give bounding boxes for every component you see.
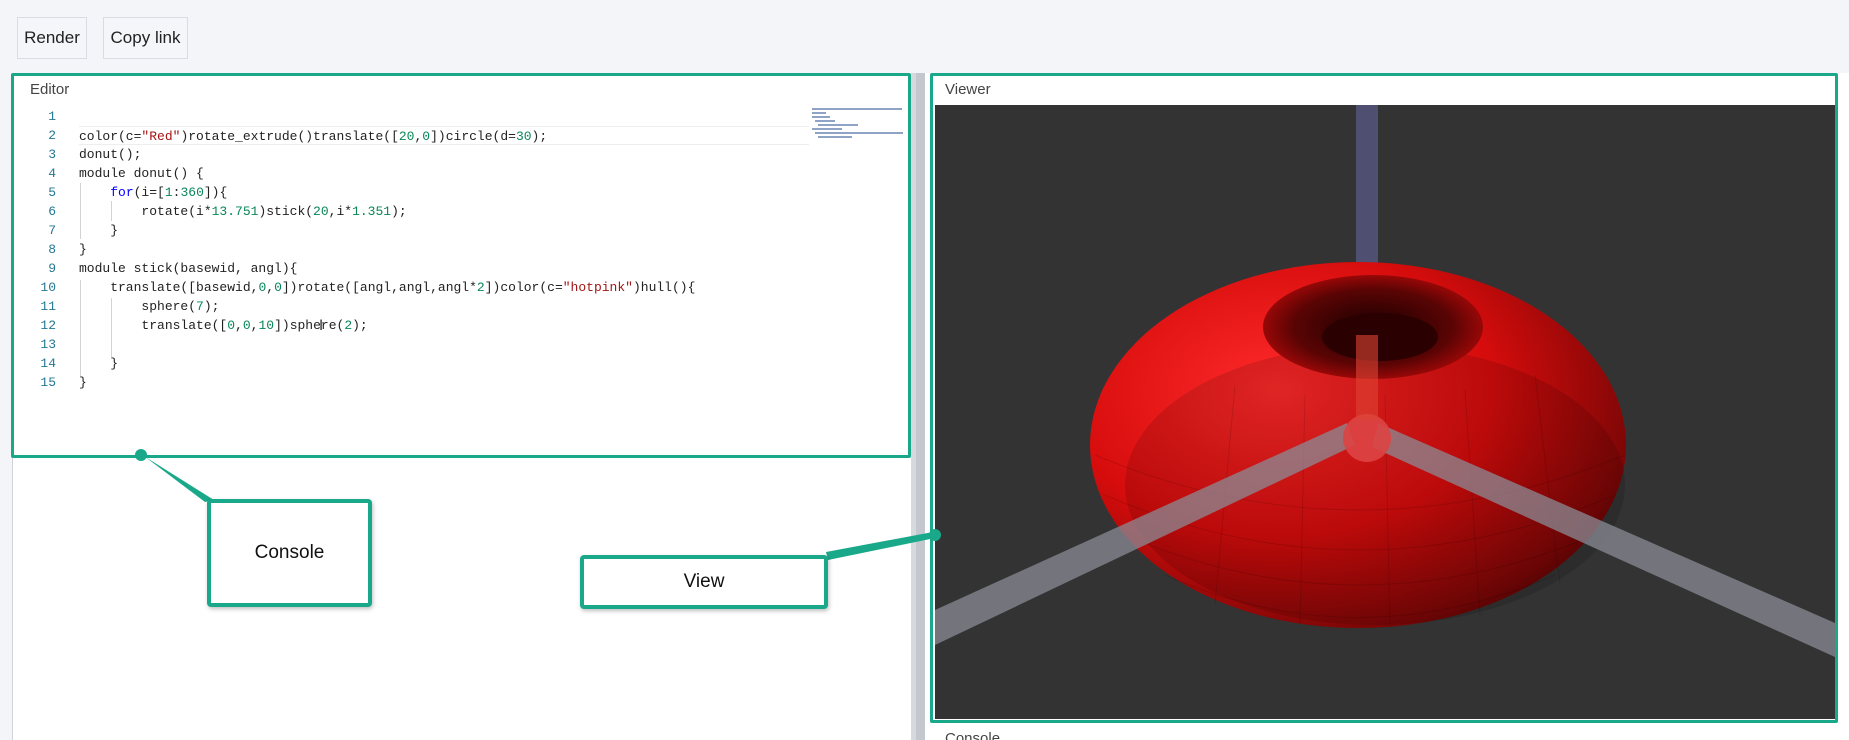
toolbar: Render Copy link xyxy=(0,0,1849,66)
console-callout: Console xyxy=(207,499,372,607)
view-callout: View xyxy=(580,555,828,609)
copy-link-button[interactable]: Copy link xyxy=(103,17,188,59)
viewer-highlight xyxy=(930,73,1838,723)
splitter-handle[interactable] xyxy=(916,73,925,740)
render-button[interactable]: Render xyxy=(17,17,87,59)
editor-highlight xyxy=(11,73,911,458)
console-title: Console xyxy=(945,730,1001,740)
